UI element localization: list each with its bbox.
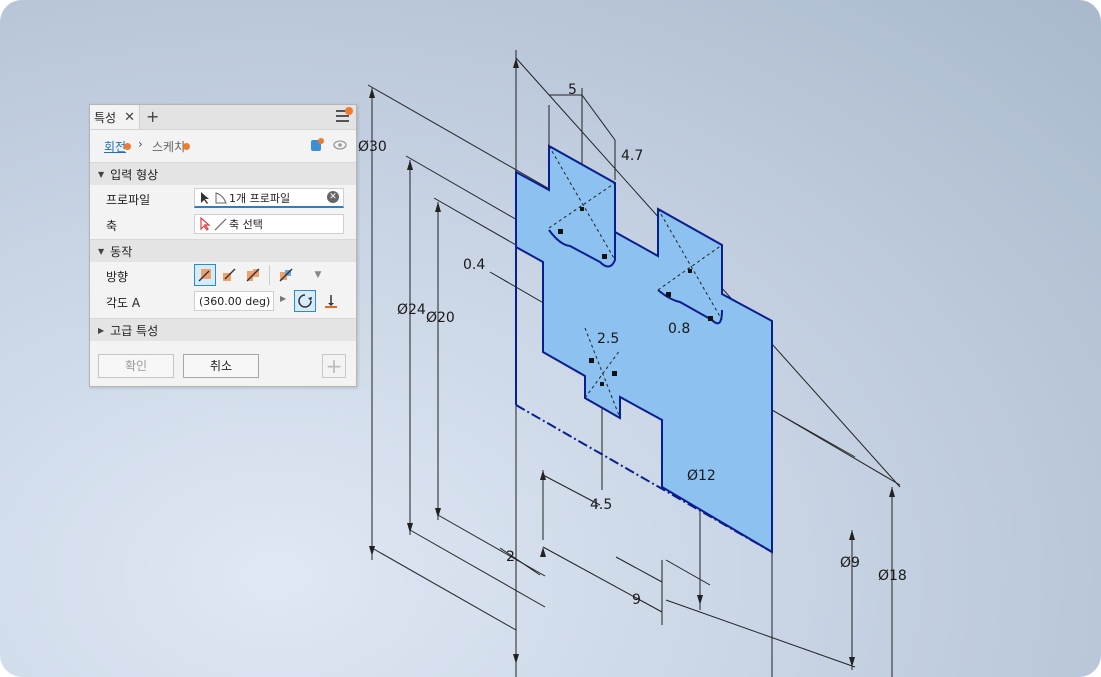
direction-asymmetric-icon[interactable] (275, 264, 297, 286)
menu-icon[interactable] (336, 107, 353, 124)
profile-value: 1개 프로파일 (229, 191, 291, 205)
tab-properties-label: 특성 (94, 110, 117, 125)
dim-9[interactable]: 9 (632, 592, 641, 608)
section-label: 동작 (110, 244, 133, 259)
direction-default-icon[interactable] (194, 264, 216, 286)
dim-5[interactable]: 5 (568, 82, 577, 98)
ok-button[interactable]: 확인 (98, 354, 174, 378)
dim-2[interactable]: 2 (506, 549, 515, 565)
direction-buttons: ▼ (194, 264, 329, 286)
select-cursor-icon (201, 191, 227, 204)
axis-label: 축 (106, 219, 118, 233)
section-advanced[interactable]: ▶ 고급 특성 (90, 318, 356, 341)
clear-icon[interactable]: ✕ (327, 191, 339, 203)
axis-value: 축 선택 (229, 218, 263, 231)
section-label: 고급 특성 (110, 323, 159, 338)
breadcrumb-sketch[interactable]: 스케치 (152, 138, 191, 155)
notification-dot (345, 107, 353, 115)
tab-properties[interactable]: 특성 ✕ (90, 105, 140, 129)
dim-dia-24[interactable]: Ø24 (397, 302, 426, 318)
dim-dia-9[interactable]: Ø9 (840, 555, 860, 571)
breadcrumb-revolve[interactable]: 회전 (104, 138, 132, 155)
angle-expand-icon[interactable]: ▶ (280, 294, 286, 303)
dim-4-7[interactable]: 4.7 (621, 148, 643, 164)
dim-dia-18[interactable]: Ø18 (878, 568, 907, 584)
section-behavior[interactable]: ▼ 동작 (90, 239, 356, 262)
breadcrumb-separator: › (138, 137, 143, 151)
profile-row: 프로파일 1개 프로파일 ✕ (90, 185, 356, 211)
angle-label: 각도 A (106, 296, 141, 310)
properties-panel: 특성 ✕ + 회전 › 스케치 ▼ 입력 형상 프로파일 1개 프로파일 ✕ 축… (89, 104, 357, 387)
apply-add-button[interactable]: + (322, 354, 346, 378)
collapse-triangle-icon: ▼ (98, 246, 105, 256)
breadcrumb: 회전 › 스케치 (90, 130, 356, 162)
direction-flipped-icon[interactable] (218, 264, 240, 286)
angle-revolve-icon[interactable] (320, 290, 342, 312)
dim-4-5[interactable]: 4.5 (590, 497, 612, 513)
cancel-button[interactable]: 취소 (183, 354, 259, 378)
close-icon[interactable]: ✕ (124, 110, 135, 125)
dim-dia-30[interactable]: Ø30 (358, 139, 387, 155)
chevron-down-icon[interactable]: ▼ (307, 264, 329, 286)
dim-0-4[interactable]: 0.4 (463, 257, 485, 273)
angle-row: 각도 A (360.00 deg) ▶ (90, 288, 356, 314)
axis-selector[interactable]: 축 선택 (194, 214, 344, 234)
axis-row: 축 축 선택 (90, 211, 356, 237)
expand-triangle-icon: ▶ (98, 325, 105, 335)
profile-label: 프로파일 (106, 193, 151, 207)
axis-select-icon (200, 217, 227, 231)
panel-tabbar: 특성 ✕ + (90, 105, 356, 130)
profile-selector[interactable]: 1개 프로파일 ✕ (194, 188, 344, 208)
dim-0-8[interactable]: 0.8 (668, 321, 690, 337)
panel-footer: 확인 취소 + (90, 346, 356, 386)
dim-dia-20[interactable]: Ø20 (426, 310, 455, 326)
section-input-geometry[interactable]: ▼ 입력 형상 (90, 162, 356, 185)
angle-input[interactable]: (360.00 deg) (194, 291, 274, 311)
full-revolve-icon[interactable] (294, 290, 316, 312)
section-label: 입력 형상 (110, 167, 159, 182)
collapse-triangle-icon: ▼ (98, 169, 105, 179)
profile-region[interactable] (515, 144, 773, 554)
direction-symmetric-icon[interactable] (242, 264, 264, 286)
breadcrumb-icons (310, 138, 348, 155)
direction-row: 방향 ▼ (90, 262, 356, 288)
direction-label: 방향 (106, 270, 129, 284)
dim-dia-12[interactable]: Ø12 (687, 468, 716, 484)
add-tab-icon[interactable]: + (146, 107, 159, 126)
dim-2-5[interactable]: 2.5 (597, 331, 619, 347)
